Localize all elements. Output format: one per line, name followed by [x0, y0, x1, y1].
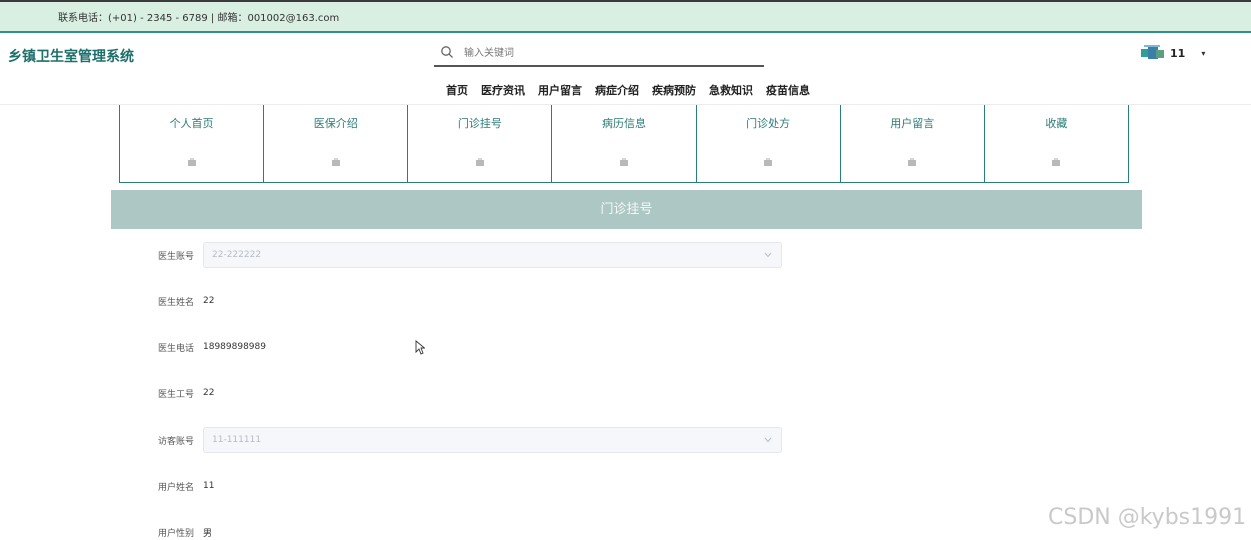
user-center-menu: 个人首页 医保介绍 门诊挂号 病历信息 门诊处方 用户留言 收藏 — [119, 105, 1129, 183]
tile-personal-home[interactable]: 个人首页 — [119, 105, 263, 182]
search-input[interactable] — [464, 44, 754, 62]
form-row-user-name: 用户姓名 11 — [158, 473, 214, 499]
contact-info: 联系电话：(+01) - 2345 - 6789 | 邮箱：001002@163… — [58, 13, 340, 24]
nav-item-first-aid[interactable]: 急救知识 — [709, 82, 753, 98]
nav-item-disease-prevention[interactable]: 疾病预防 — [652, 82, 696, 98]
doctor-phone-value: 18989898989 — [203, 342, 266, 352]
tile-label: 病历信息 — [601, 117, 646, 130]
visitor-account-select[interactable]: 11-111111 — [203, 427, 782, 453]
select-value: 11-111111 — [212, 435, 262, 445]
field-label: 医生账号 — [158, 251, 195, 262]
broken-image-icon — [764, 158, 773, 166]
doctor-name-value: 22 — [203, 296, 215, 306]
broken-image-icon — [331, 158, 340, 166]
form-row-doctor-phone: 医生电话 18989898989 — [158, 334, 266, 360]
search-icon[interactable] — [440, 45, 454, 59]
form-row-visitor-account: 访客账号 11-111111 — [158, 427, 782, 453]
broken-image-icon — [1052, 158, 1061, 166]
avatar-icon[interactable] — [1139, 43, 1167, 63]
tile-label: 个人首页 — [169, 117, 214, 130]
nav-item-messages[interactable]: 用户留言 — [538, 82, 582, 98]
tile-insurance-intro[interactable]: 医保介绍 — [263, 105, 407, 182]
tile-user-messages[interactable]: 用户留言 — [839, 105, 984, 182]
chevron-down-icon — [764, 252, 772, 258]
user-name-value: 11 — [203, 481, 215, 491]
field-label: 用户姓名 — [158, 482, 195, 493]
main-nav: 首页 医疗资讯 用户留言 病症介绍 疾病预防 急救知识 疫苗信息 — [446, 82, 823, 98]
tile-prescriptions[interactable]: 门诊处方 — [695, 105, 840, 182]
field-label: 医生电话 — [158, 343, 195, 354]
site-title: 乡镇卫生室管理系统 — [8, 49, 134, 65]
search-bar — [434, 41, 764, 67]
watermark: CSDN @kybs1991 — [1048, 505, 1247, 530]
form-row-user-gender: 用户性别 男 — [158, 519, 212, 540]
nav-item-disease-intro[interactable]: 病症介绍 — [595, 82, 639, 98]
doctor-id-value: 22 — [203, 388, 215, 398]
mouse-cursor-icon — [415, 340, 425, 355]
user-gender-value: 男 — [203, 528, 213, 539]
field-label: 用户性别 — [158, 528, 195, 539]
nav-item-vaccine-info[interactable]: 疫苗信息 — [766, 82, 810, 98]
broken-image-icon — [908, 158, 917, 166]
field-label: 访客账号 — [158, 436, 195, 447]
form-row-doctor-account: 医生账号 22-222222 — [158, 242, 782, 268]
form-row-doctor-id: 医生工号 22 — [158, 380, 214, 406]
page-title: 门诊挂号 — [111, 190, 1142, 229]
tile-label: 医保介绍 — [313, 117, 358, 130]
tile-label: 收藏 — [1045, 117, 1068, 130]
username[interactable]: 11 — [1170, 47, 1185, 60]
tile-label: 用户留言 — [890, 117, 935, 130]
tile-label: 门诊处方 — [746, 117, 791, 130]
site-header: 乡镇卫生室管理系统 11 ▾ 首页 医疗资讯 用户留言 病症介绍 疾病预防 急救… — [0, 33, 1251, 105]
broken-image-icon — [475, 158, 484, 166]
field-label: 医生工号 — [158, 389, 195, 400]
tile-favorites[interactable]: 收藏 — [983, 105, 1129, 182]
chevron-down-icon[interactable]: ▾ — [1201, 49, 1205, 58]
tile-outpatient-registration[interactable]: 门诊挂号 — [407, 105, 551, 182]
chevron-down-icon — [764, 437, 772, 443]
broken-image-icon — [619, 158, 628, 166]
field-label: 医生姓名 — [158, 297, 195, 308]
nav-item-medical-news[interactable]: 医疗资讯 — [481, 82, 525, 98]
select-value: 22-222222 — [212, 250, 262, 260]
broken-image-icon — [187, 158, 196, 166]
tile-label: 门诊挂号 — [457, 117, 502, 130]
doctor-account-select[interactable]: 22-222222 — [203, 242, 782, 268]
nav-item-home[interactable]: 首页 — [446, 82, 468, 98]
user-menu[interactable]: 11 ▾ — [1139, 43, 1205, 63]
tile-medical-records[interactable]: 病历信息 — [551, 105, 695, 182]
contact-bar: 联系电话：(+01) - 2345 - 6789 | 邮箱：001002@163… — [0, 0, 1251, 33]
form-row-doctor-name: 医生姓名 22 — [158, 288, 214, 314]
